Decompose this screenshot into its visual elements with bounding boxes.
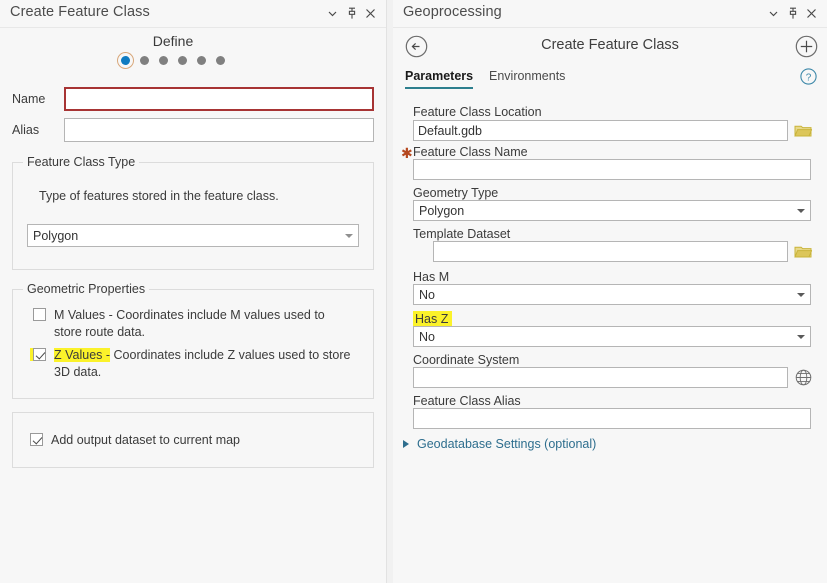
chevron-down-icon[interactable] — [764, 3, 783, 25]
feature-class-name-input[interactable] — [413, 159, 811, 180]
m-values-checkbox-row[interactable]: M Values - Coordinates include M values … — [33, 307, 359, 341]
wizard-dot-4[interactable] — [178, 56, 187, 65]
required-asterisk-icon: ✱ — [401, 146, 413, 160]
left-pane-titlebar-buttons — [323, 0, 380, 27]
coordinate-system-label: Coordinate System — [413, 353, 519, 367]
z-values-label: Z Values - Coordinates include Z values … — [54, 347, 354, 381]
pin-icon[interactable] — [342, 3, 361, 25]
wizard-dot-6[interactable] — [216, 56, 225, 65]
has-m-label: Has M — [413, 270, 449, 284]
m-values-checkbox[interactable] — [33, 308, 46, 321]
wizard-dot-3[interactable] — [159, 56, 168, 65]
feature-class-location-input[interactable] — [413, 120, 788, 141]
tool-title: Create Feature Class — [393, 37, 827, 53]
template-dataset-input[interactable] — [433, 241, 788, 262]
m-values-label: M Values - Coordinates include M values … — [54, 307, 354, 341]
pin-icon[interactable] — [783, 3, 802, 25]
geoprocessing-tool-header: Create Feature Class — [393, 28, 827, 66]
right-pane-title: Geoprocessing — [403, 4, 502, 20]
geometry-type-label: Geometry Type — [413, 186, 498, 200]
add-output-label: Add output dataset to current map — [51, 432, 240, 449]
wizard-dot-5[interactable] — [197, 56, 206, 65]
feature-class-type-combo[interactable]: Polygon — [27, 224, 359, 247]
left-pane-titlebar: Create Feature Class — [0, 0, 386, 28]
left-pane-title: Create Feature Class — [10, 4, 150, 20]
alias-input[interactable] — [64, 118, 374, 142]
has-m-value: No — [419, 288, 435, 302]
feature-class-type-value: Polygon — [33, 229, 78, 243]
chevron-down-icon — [797, 209, 805, 213]
folder-icon[interactable] — [793, 241, 813, 261]
chevron-down-icon — [345, 234, 353, 238]
application-window: Create Feature Class Define — [0, 0, 827, 583]
feature-class-alias-input[interactable] — [413, 408, 811, 429]
feature-class-name-label: Feature Class Name — [413, 145, 528, 159]
add-output-checkbox[interactable] — [30, 433, 43, 446]
has-m-combo[interactable]: No — [413, 284, 811, 305]
right-pane-titlebar: Geoprocessing — [393, 0, 827, 28]
folder-icon[interactable] — [793, 120, 813, 140]
feature-class-type-description: Type of features stored in the feature c… — [39, 189, 279, 203]
z-values-checkbox[interactable] — [33, 348, 46, 361]
has-z-combo[interactable]: No — [413, 326, 811, 347]
plus-circle-icon[interactable] — [795, 35, 818, 58]
wizard-step-header: Define — [0, 28, 386, 76]
add-output-group: Add output dataset to current map — [12, 412, 374, 468]
chevron-down-icon[interactable] — [323, 3, 342, 25]
feature-class-alias-label: Feature Class Alias — [413, 394, 521, 408]
feature-class-location-label: Feature Class Location — [413, 105, 542, 119]
template-dataset-label: Template Dataset — [413, 227, 510, 241]
name-label: Name — [12, 92, 64, 106]
coordinate-system-input[interactable] — [413, 367, 788, 388]
tab-environments[interactable]: Environments — [489, 69, 565, 87]
wizard-dot-1[interactable] — [121, 56, 130, 65]
name-input[interactable] — [64, 87, 374, 111]
geodatabase-settings-expander[interactable]: Geodatabase Settings (optional) — [403, 437, 596, 451]
z-values-label-highlighted: Z Values - — [54, 348, 110, 362]
add-output-checkbox-row[interactable]: Add output dataset to current map — [30, 432, 240, 449]
wizard-dot-2[interactable] — [140, 56, 149, 65]
geoprocessing-pane: Geoprocessing — [393, 0, 827, 583]
svg-text:?: ? — [806, 72, 812, 83]
right-pane-titlebar-buttons — [764, 0, 821, 27]
geometric-properties-group: Geometric Properties M Values - Coordina… — [12, 289, 374, 399]
wizard-step-label: Define — [0, 33, 366, 49]
close-icon[interactable] — [361, 3, 380, 25]
geometry-type-combo[interactable]: Polygon — [413, 200, 811, 221]
feature-class-type-group-title: Feature Class Type — [23, 155, 139, 169]
alias-field-row: Alias — [12, 118, 374, 142]
tab-parameters[interactable]: Parameters — [405, 69, 473, 89]
geodatabase-settings-label: Geodatabase Settings (optional) — [417, 437, 596, 451]
feature-class-type-group: Feature Class Type Type of features stor… — [12, 162, 374, 270]
chevron-right-icon — [403, 440, 409, 448]
wizard-step-dots — [0, 56, 366, 65]
has-z-value: No — [419, 330, 435, 344]
chevron-down-icon — [797, 293, 805, 297]
create-feature-class-pane: Create Feature Class Define — [0, 0, 386, 583]
globe-icon[interactable] — [793, 367, 813, 387]
close-icon[interactable] — [802, 3, 821, 25]
chevron-down-icon — [797, 335, 805, 339]
has-z-label: Has Z — [413, 311, 452, 327]
question-circle-icon[interactable]: ? — [800, 68, 817, 85]
geometry-type-value: Polygon — [419, 204, 464, 218]
geometric-properties-group-title: Geometric Properties — [23, 282, 149, 296]
name-field-row: Name — [12, 87, 374, 111]
alias-label: Alias — [12, 123, 64, 137]
geoprocessing-tabs: Parameters Environments ? — [393, 66, 827, 92]
z-values-checkbox-row[interactable]: Z Values - Coordinates include Z values … — [33, 347, 359, 381]
